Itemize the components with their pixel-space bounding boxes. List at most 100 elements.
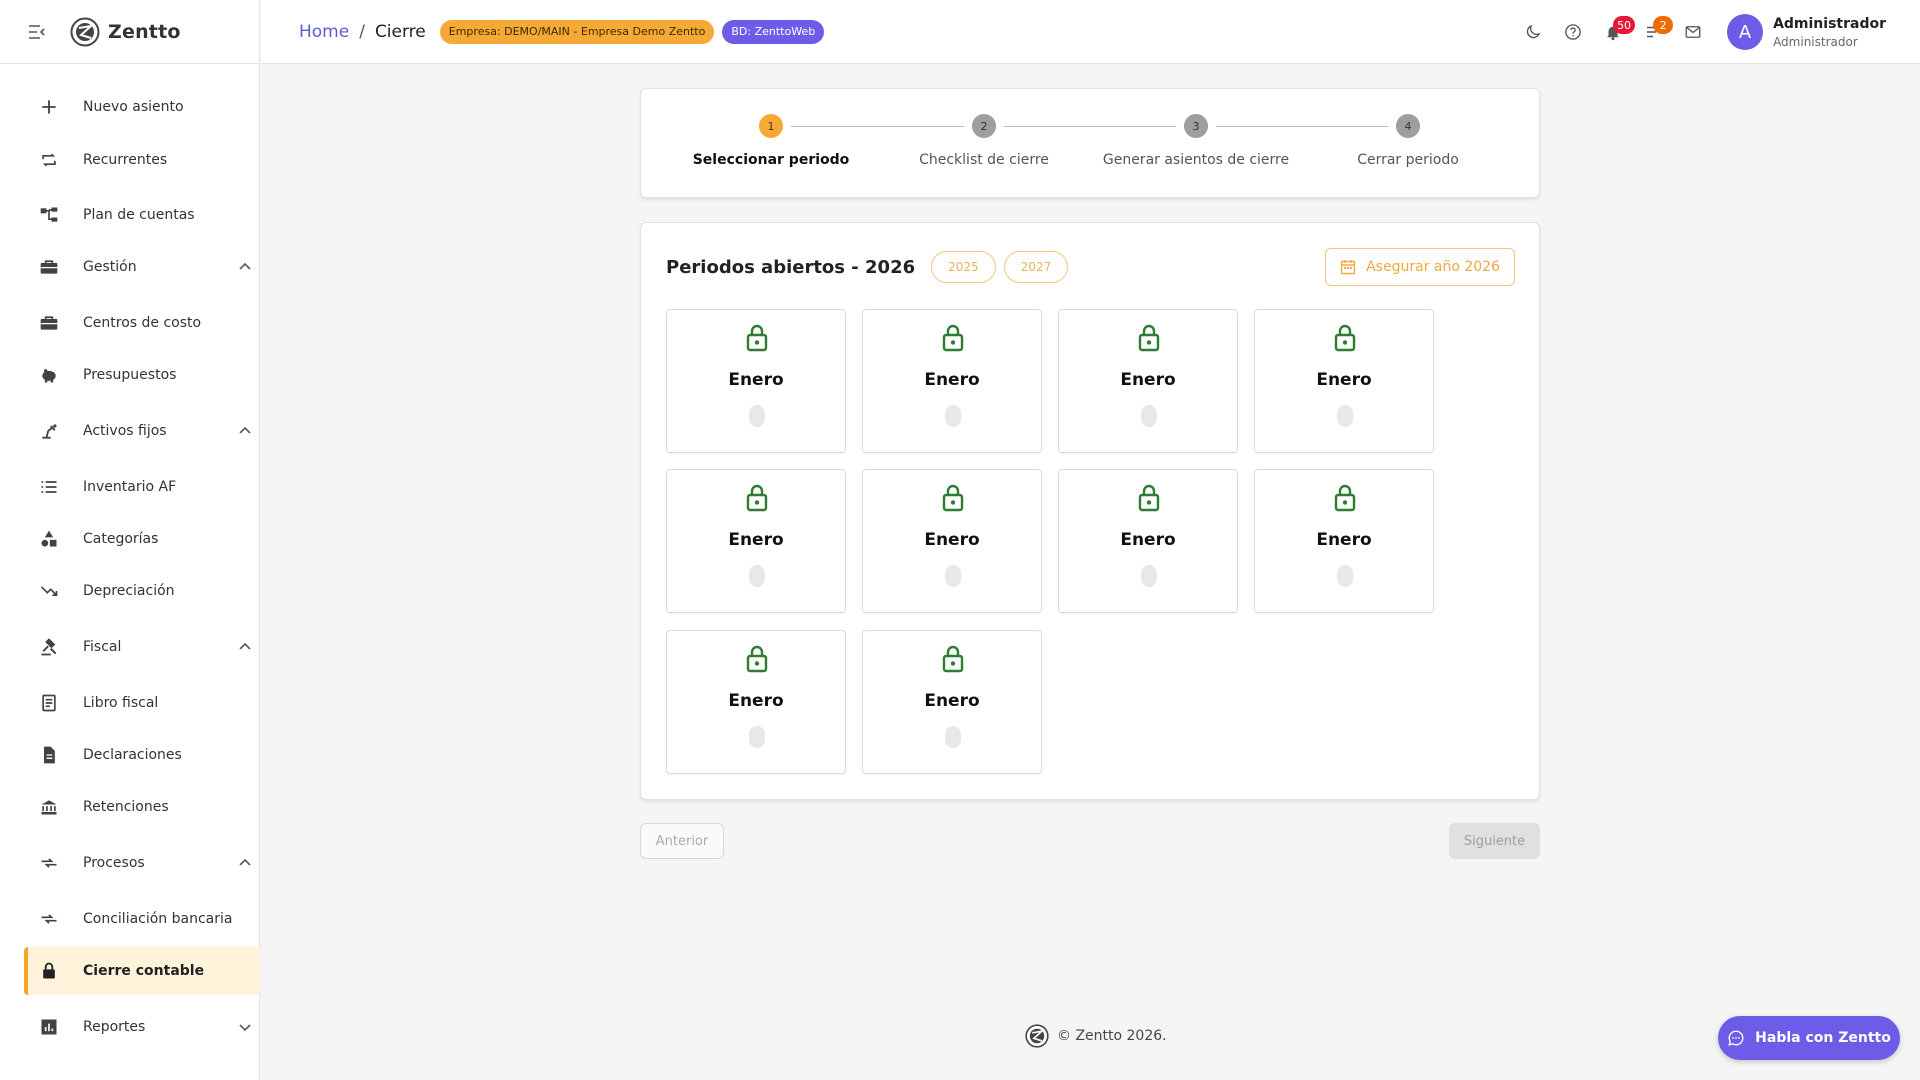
- tasks-badge: 2: [1653, 16, 1674, 34]
- stepper: 1 Seleccionar periodo 2 Checklist de cierre…: [641, 89, 1539, 199]
- period-status-indicator: [749, 726, 765, 748]
- period-card[interactable]: Enero: [1058, 309, 1238, 453]
- sidebar-item-label: Retenciones: [83, 799, 169, 815]
- period-card[interactable]: Enero: [1058, 469, 1238, 613]
- user-menu[interactable]: A Administrador Administrador: [1727, 14, 1886, 50]
- period-card[interactable]: Enero: [1254, 309, 1434, 453]
- previous-button[interactable]: Anterior: [640, 823, 724, 859]
- breadcrumb-home-link[interactable]: Home: [299, 22, 349, 42]
- lock-open-icon: [1138, 484, 1160, 512]
- period-month-name: Enero: [924, 530, 980, 550]
- step-2[interactable]: 2 Checklist de cierre: [878, 114, 1090, 168]
- period-month-name: Enero: [1316, 370, 1372, 390]
- brand-name: Zentto: [108, 20, 181, 43]
- period-card[interactable]: Enero: [666, 309, 846, 453]
- zentto-logo-icon: [70, 17, 100, 46]
- sidebar-item-retenciones[interactable]: Retenciones: [24, 783, 260, 831]
- stepper-card: 1 Seleccionar periodo 2 Checklist de cierre…: [640, 88, 1540, 198]
- help-icon[interactable]: [1553, 12, 1593, 52]
- database-chip[interactable]: BD: ZenttoWeb: [722, 19, 825, 44]
- lock-icon: [38, 960, 60, 982]
- step-number: 2: [972, 114, 996, 138]
- step-number: 4: [1396, 114, 1420, 138]
- chat-label: Habla con Zentto: [1755, 1030, 1891, 1046]
- sidebar-item-inventario-af[interactable]: Inventario AF: [24, 463, 260, 511]
- step-4[interactable]: 4 Cerrar periodo: [1302, 114, 1514, 168]
- sidebar-item-declaraciones[interactable]: Declaraciones: [24, 731, 260, 779]
- sidebar: Zentto Nuevo asiento Recurrentes Plan de c…: [0, 0, 260, 1080]
- sidebar-item-reportes[interactable]: Reportes: [24, 1003, 260, 1051]
- sidebar-nav: Nuevo asiento Recurrentes Plan de cuentas G…: [0, 64, 260, 1035]
- sidebar-item-fiscal[interactable]: Fiscal: [24, 623, 260, 671]
- step-3[interactable]: 3 Generar asientos de cierre: [1090, 114, 1302, 168]
- tasks-icon[interactable]: 2: [1633, 12, 1674, 52]
- notifications-badge: 50: [1613, 16, 1636, 34]
- lock-open-icon: [746, 484, 768, 512]
- period-month-name: Enero: [728, 691, 784, 711]
- period-status-indicator: [1337, 565, 1353, 587]
- breadcrumb-separator: /: [359, 21, 365, 42]
- category-shapes-icon: [38, 528, 60, 550]
- sidebar-item-plan-de-cuentas[interactable]: Plan de cuentas: [24, 191, 260, 239]
- period-card[interactable]: Enero: [862, 469, 1042, 613]
- chevron-down-icon: [239, 1024, 251, 1032]
- topbar: Home / Cierre Empresa: DEMO/MAIN - Empre…: [261, 0, 1920, 64]
- empresa-chip[interactable]: Empresa: DEMO/MAIN - Empresa Demo Zentto: [439, 19, 715, 44]
- sidebar-item-label: Conciliación bancaria: [83, 911, 233, 927]
- piggy-bank-icon: [38, 364, 60, 386]
- year-button-prev[interactable]: 2025: [931, 251, 996, 283]
- period-card[interactable]: Enero: [666, 469, 846, 613]
- secure-year-button[interactable]: Asegurar año 2026: [1325, 248, 1515, 286]
- period-card[interactable]: Enero: [666, 630, 846, 774]
- gavel-icon: [38, 636, 60, 658]
- step-1[interactable]: 1 Seleccionar periodo: [665, 114, 877, 168]
- sidebar-item-depreciacion[interactable]: Depreciación: [24, 567, 260, 615]
- user-name: Administrador: [1773, 15, 1886, 32]
- step-number: 3: [1184, 114, 1208, 138]
- period-month-name: Enero: [1316, 530, 1372, 550]
- sidebar-item-recurrentes[interactable]: Recurrentes: [24, 136, 260, 184]
- sidebar-item-categorias[interactable]: Categorías: [24, 515, 260, 563]
- period-status-indicator: [1337, 405, 1353, 427]
- compare-arrows-icon: [38, 852, 60, 874]
- year-button-next[interactable]: 2027: [1003, 251, 1069, 283]
- period-month-name: Enero: [1120, 370, 1176, 390]
- next-button[interactable]: Siguiente: [1449, 823, 1540, 859]
- period-card[interactable]: Enero: [862, 309, 1042, 453]
- sidebar-item-activos-fijos[interactable]: Activos fijos: [24, 407, 260, 455]
- footer-copyright: © Zentto 2026.: [1057, 1028, 1167, 1044]
- step-number: 1: [759, 114, 783, 138]
- step-label: Generar asientos de cierre: [1102, 152, 1290, 168]
- period-month-name: Enero: [924, 370, 980, 390]
- bar-chart-icon: [38, 1016, 60, 1038]
- period-month-name: Enero: [728, 370, 784, 390]
- sidebar-item-cierre-contable[interactable]: Cierre contable: [24, 947, 260, 995]
- sidebar-item-label: Declaraciones: [83, 747, 182, 763]
- period-status-indicator: [1141, 565, 1157, 587]
- step-label: Checklist de cierre: [919, 152, 1049, 168]
- sidebar-item-libro-fiscal[interactable]: Libro fiscal: [24, 679, 260, 727]
- period-card[interactable]: Enero: [862, 630, 1042, 774]
- avatar: A: [1727, 14, 1764, 50]
- chat-button[interactable]: Habla con Zentto: [1718, 1016, 1900, 1060]
- sidebar-item-presupuestos[interactable]: Presupuestos: [24, 351, 260, 399]
- sidebar-item-gestion[interactable]: Gestión: [24, 243, 260, 291]
- dark-mode-icon[interactable]: [1513, 12, 1553, 52]
- menu-collapse-icon[interactable]: [26, 21, 48, 43]
- sidebar-item-label: Reportes: [83, 1019, 146, 1035]
- sidebar-item-conciliacion-bancaria[interactable]: Conciliación bancaria: [24, 895, 260, 943]
- lock-open-icon: [942, 324, 964, 352]
- period-status-indicator: [749, 565, 765, 587]
- document-icon: [38, 744, 60, 766]
- calendar-icon: [1340, 260, 1356, 275]
- sidebar-item-centros-de-costo[interactable]: Centros de costo: [24, 299, 260, 347]
- sidebar-item-label: Plan de cuentas: [83, 207, 195, 223]
- notifications-icon[interactable]: 50: [1593, 12, 1636, 52]
- chevron-up-icon: [239, 262, 251, 270]
- mail-icon[interactable]: [1673, 12, 1713, 52]
- sidebar-item-label: Presupuestos: [83, 367, 177, 383]
- step-label: Seleccionar periodo: [692, 152, 850, 168]
- sidebar-item-nuevo-asiento[interactable]: Nuevo asiento: [24, 83, 260, 131]
- sidebar-item-procesos[interactable]: Procesos: [24, 839, 260, 887]
- period-card[interactable]: Enero: [1254, 469, 1434, 613]
